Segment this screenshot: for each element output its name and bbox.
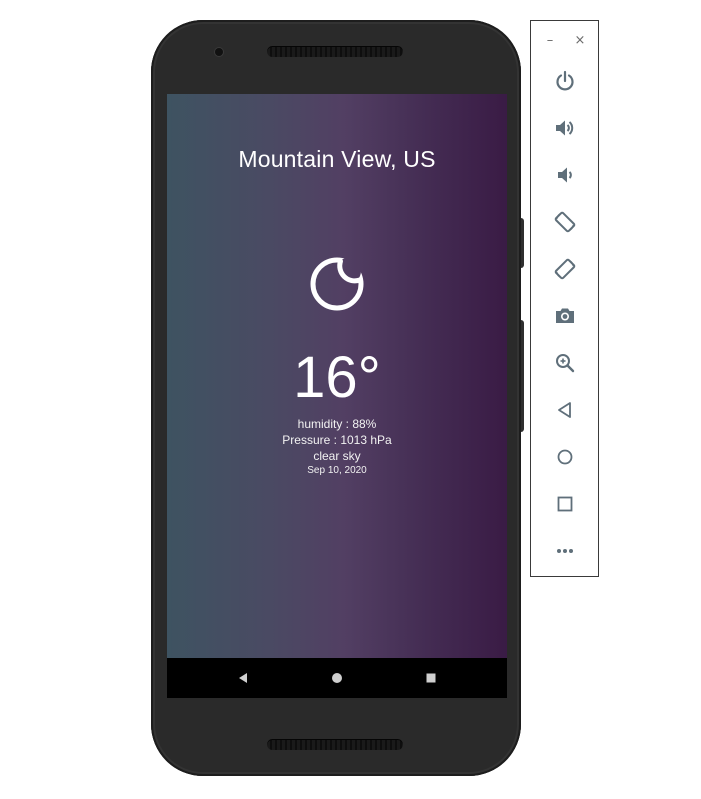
back-icon (558, 402, 571, 418)
temperature-value: 16° (293, 345, 381, 410)
screenshot-button[interactable] (553, 304, 577, 328)
back-button[interactable] (553, 398, 577, 422)
weather-app: Mountain View, US 16° humidity : 88% Pre… (167, 94, 507, 658)
emulator-stage: Mountain View, US 16° humidity : 88% Pre… (0, 0, 701, 799)
front-camera (215, 48, 223, 56)
close-button[interactable]: × (572, 33, 588, 49)
rotate-left-button[interactable] (553, 210, 577, 234)
zoom-icon (556, 354, 575, 373)
home-icon (557, 449, 573, 465)
power-button[interactable] (553, 69, 577, 93)
back-icon[interactable] (235, 670, 251, 686)
volume-down-button[interactable] (553, 163, 577, 187)
minimize-button[interactable]: – (542, 33, 558, 49)
zoom-button[interactable] (553, 351, 577, 375)
bottom-speaker-grille (267, 739, 403, 750)
emulator-toolbar: – × (530, 20, 599, 577)
top-speaker-grille (267, 46, 403, 57)
camera-icon (556, 308, 574, 323)
rotate-right-button[interactable] (553, 257, 577, 281)
overview-icon (557, 496, 573, 512)
more-icon (557, 549, 573, 553)
overview-button[interactable] (553, 492, 577, 516)
home-button[interactable] (553, 445, 577, 469)
rotate-right-icon (554, 258, 576, 280)
pressure-text: Pressure : 1013 hPa (282, 433, 392, 447)
power-icon (556, 70, 574, 91)
rotate-left-icon (554, 211, 576, 233)
crescent-moon-icon (310, 257, 364, 311)
recents-icon[interactable] (423, 670, 439, 686)
home-icon[interactable] (329, 670, 345, 686)
more-button[interactable] (553, 539, 577, 563)
volume-down-icon (558, 167, 572, 183)
city-title: Mountain View, US (238, 146, 436, 172)
volume-up-button[interactable] (553, 116, 577, 140)
android-nav-bar (167, 658, 507, 698)
phone-frame: Mountain View, US 16° humidity : 88% Pre… (151, 20, 521, 776)
humidity-text: humidity : 88% (297, 417, 377, 431)
date-text: Sep 10, 2020 (307, 465, 367, 476)
phone-screen: Mountain View, US 16° humidity : 88% Pre… (167, 94, 507, 698)
weather-description: clear sky (313, 449, 361, 463)
volume-up-icon (556, 120, 574, 136)
